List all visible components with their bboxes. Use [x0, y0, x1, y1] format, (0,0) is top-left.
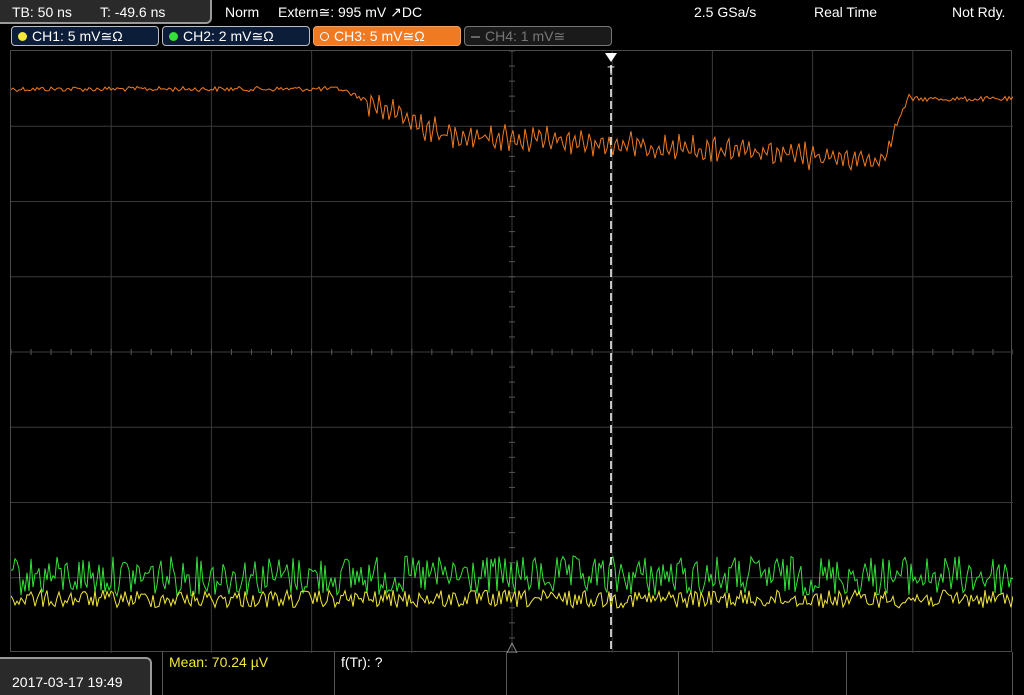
trigger-source[interactable]: Extern≅: 995 mV ↗DC	[278, 4, 422, 21]
measurement-slot-4[interactable]	[679, 652, 847, 695]
measurement-slot-5[interactable]	[847, 652, 1013, 695]
ch1-color-dot	[18, 32, 27, 41]
timebase-readout[interactable]: TB: 50 ns	[12, 4, 72, 20]
bottom-bar: 2017-03-17 19:49 Mean: 70.24 µV f(Tr): ?	[0, 652, 1024, 695]
acquisition-state: Not Rdy.	[952, 4, 1006, 20]
channel-tabs: CH1: 5 mV≅Ω CH2: 2 mV≅Ω CH3: 5 mV≅Ω CH4:…	[0, 26, 1024, 48]
waveform-canvas: T	[11, 51, 1013, 653]
trigger-marker-icon	[605, 53, 617, 62]
oscilloscope-screen: TB: 50 ns T: -49.6 ns Norm Extern≅: 995 …	[0, 0, 1024, 695]
date-box: 2017-03-17 19:49	[0, 657, 152, 695]
ch2-color-dot	[169, 32, 178, 41]
waveform-display[interactable]: T	[10, 50, 1013, 653]
ch3-color-dot	[320, 32, 329, 41]
measurement-mean: Mean: 70.24 µV	[169, 654, 269, 670]
ch4-off-indicator	[471, 36, 480, 38]
trigger-mode[interactable]: Norm	[225, 4, 259, 20]
measurement-bar: Mean: 70.24 µV f(Tr): ?	[162, 652, 1013, 695]
sample-rate[interactable]: 2.5 GSa/s	[694, 4, 756, 20]
channel-tab-label: CH2: 2 mV≅Ω	[183, 28, 274, 44]
measurement-slot-3[interactable]	[507, 652, 679, 695]
channel-tab-ch4[interactable]: CH4: 1 mV≅	[464, 26, 612, 46]
channel-tab-label: CH4: 1 mV≅	[485, 28, 566, 44]
status-bar: TB: 50 ns T: -49.6 ns Norm Extern≅: 995 …	[0, 0, 1024, 24]
channel-tab-ch3[interactable]: CH3: 5 mV≅Ω	[313, 26, 461, 46]
measurement-mean-cell[interactable]: Mean: 70.24 µV	[163, 652, 335, 695]
channel-tab-label: CH1: 5 mV≅Ω	[32, 28, 123, 44]
measurement-frequency: f(Tr): ?	[341, 654, 383, 670]
date-time: 2017-03-17 19:49	[12, 674, 123, 690]
channel-tab-ch1[interactable]: CH1: 5 mV≅Ω	[11, 26, 159, 46]
channel-tab-label: CH3: 5 mV≅Ω	[334, 28, 425, 44]
measurement-freq-cell[interactable]: f(Tr): ?	[335, 652, 507, 695]
acquisition-mode[interactable]: Real Time	[814, 4, 877, 20]
channel-tab-ch2[interactable]: CH2: 2 mV≅Ω	[162, 26, 310, 46]
trigger-marker-label: T	[607, 64, 615, 78]
trigger-time-readout[interactable]: T: -49.6 ns	[100, 4, 165, 20]
